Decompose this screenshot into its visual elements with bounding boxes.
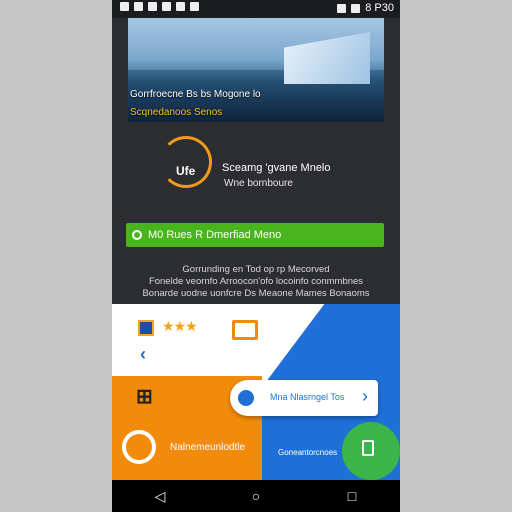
description: Gorrunding en Tod op rp Mecorved Fonelde…: [130, 264, 382, 300]
logo-icon: [160, 136, 212, 188]
cloud-icon: [190, 2, 199, 11]
description-line: Bonarde uodne uonfcre Ds Meaone Mames Bo…: [142, 288, 370, 299]
pill-label: Mna Nlasrngel Tos: [270, 392, 345, 402]
description-line: Fonelde veornfo Arroocon'ofo locoinfo co…: [148, 276, 364, 287]
fab-button[interactable]: [342, 422, 400, 480]
wifi-icon: [351, 3, 361, 13]
bluetooth-icon: [337, 3, 347, 13]
cta-label: M0 Rues R Dmerfiad Meno: [148, 229, 282, 241]
document-icon: ⊞: [136, 386, 153, 408]
description-line: Gorrunding en Tod op rp Mecorved: [182, 264, 330, 275]
promo-footer-sublabel: Goneantorcnoes: [278, 448, 338, 457]
primary-cta-button[interactable]: M0 Rues R Dmerfiad Meno: [126, 223, 384, 247]
notification-icon: [120, 2, 129, 11]
chevron-right-icon: ›: [362, 386, 368, 406]
logo-text: Ufe: [176, 164, 196, 178]
phone-screen: 8 P30 Gorrfroecne Bs bs Mogone lo Scqned…: [112, 0, 400, 512]
navigation-bar: ◁ ○ □: [112, 480, 400, 512]
swirl-icon: ʕ: [270, 338, 285, 368]
tv-icon: [232, 320, 258, 340]
chevron-left-icon[interactable]: ‹: [140, 344, 146, 365]
stars-icon: ★★★: [162, 318, 198, 334]
status-text: 8 P30: [365, 2, 394, 14]
promo-banner[interactable]: ★★★ ‹ ʕ ⊞ Mna Nlasrngel Tos › Nalnemeunl…: [112, 304, 400, 480]
brand-name: Sceamg 'gvane Mnelo: [222, 162, 331, 174]
brand-block: Ufe Sceamg 'gvane Mnelo Wne bornboure: [160, 136, 360, 196]
image-icon: [134, 2, 143, 11]
building-image: [284, 32, 370, 84]
clipboard-icon: [362, 440, 374, 456]
dot-icon: [238, 390, 254, 406]
promo-pill-button[interactable]: Mna Nlasrngel Tos ›: [230, 380, 378, 416]
nav-recents-button[interactable]: □: [342, 488, 362, 504]
hero-title: Gorrfroecne Bs bs Mogone lo: [130, 89, 261, 100]
cloud-icon: [148, 2, 157, 11]
nav-home-button[interactable]: ○: [246, 488, 266, 504]
promo-footer-label: Nalnemeunlodtle: [170, 442, 246, 453]
circle-icon: [132, 230, 142, 240]
cloud-icon: [176, 2, 185, 11]
refresh-icon[interactable]: [122, 430, 156, 464]
cloud-icon: [162, 2, 171, 11]
shield-icon: [138, 320, 154, 336]
status-bar: 8 P30: [112, 0, 400, 18]
brand-tagline: Wne bornboure: [224, 178, 293, 189]
nav-back-button[interactable]: ◁: [150, 488, 170, 505]
hero-subtitle: Scqnedanoos Senos: [130, 107, 223, 118]
